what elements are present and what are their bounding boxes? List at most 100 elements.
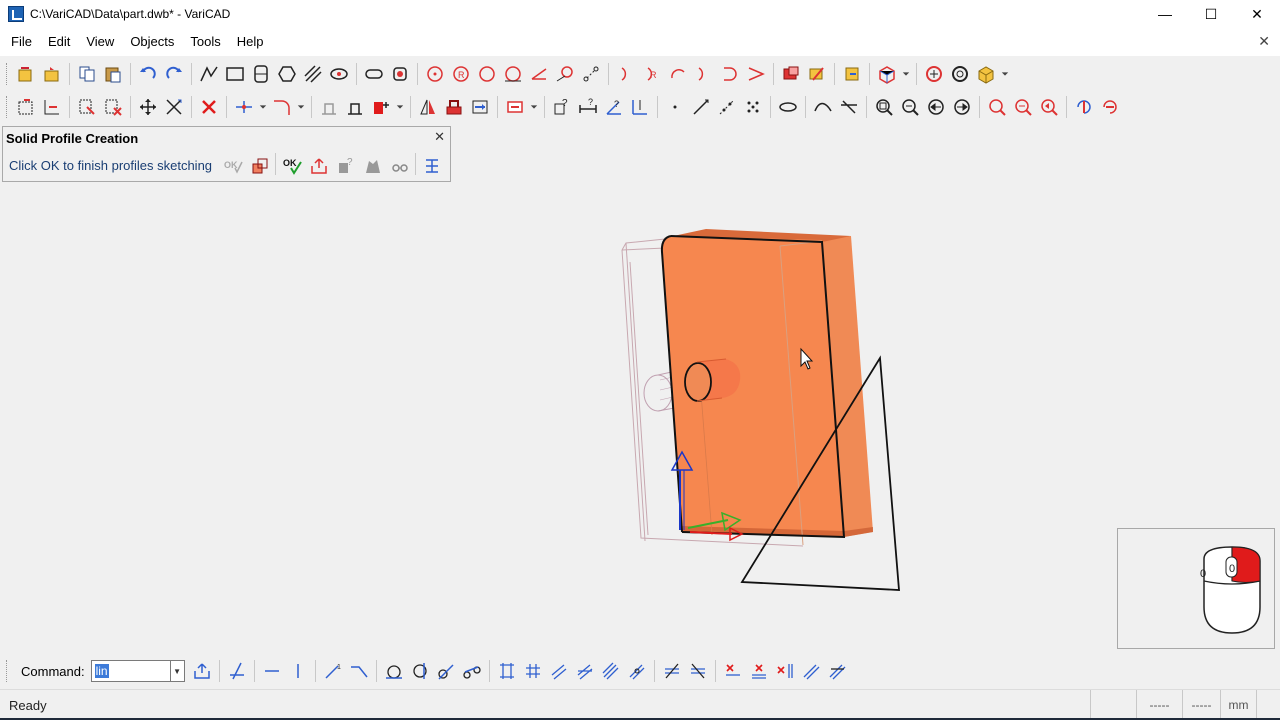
curve-icon[interactable]	[810, 94, 836, 120]
rounded-rectangle-icon[interactable]	[361, 61, 387, 87]
delete-line-icon[interactable]	[720, 658, 746, 684]
distance-icon[interactable]: ?	[575, 94, 601, 120]
pan-left-icon[interactable]	[923, 94, 949, 120]
rectangle-icon[interactable]	[222, 61, 248, 87]
command-dropdown-icon[interactable]: ▼	[170, 660, 185, 682]
arc-fillet-icon[interactable]	[717, 61, 743, 87]
horizontal-line-icon[interactable]	[259, 658, 285, 684]
copy-icon[interactable]	[74, 61, 100, 87]
circle-3pt-icon[interactable]	[474, 61, 500, 87]
3d-viewport[interactable]	[0, 182, 1280, 654]
arc-chord-icon[interactable]	[743, 61, 769, 87]
menu-help[interactable]: Help	[229, 28, 272, 56]
delete-parallel-icon[interactable]	[798, 658, 824, 684]
zoom-out-icon[interactable]	[897, 94, 923, 120]
stretch-icon[interactable]	[342, 94, 368, 120]
mirror-icon[interactable]	[415, 94, 441, 120]
toolbar-grip[interactable]	[6, 63, 9, 85]
block-insert-icon[interactable]	[502, 94, 528, 120]
offset-angle-icon[interactable]	[624, 658, 650, 684]
point-cloud-icon[interactable]	[740, 94, 766, 120]
angle-icon[interactable]: ?	[601, 94, 627, 120]
query-icon[interactable]: ?	[549, 94, 575, 120]
delete-vertical-icon[interactable]	[772, 658, 798, 684]
coordinates-icon[interactable]	[627, 94, 653, 120]
zoom-in-3d-icon[interactable]	[984, 94, 1010, 120]
zoom-out-3d-icon[interactable]	[1010, 94, 1036, 120]
toolbar-grip[interactable]	[6, 660, 9, 682]
circle-tangent-icon[interactable]	[500, 61, 526, 87]
rotate-entity-icon[interactable]	[387, 61, 413, 87]
polyline-icon[interactable]	[196, 61, 222, 87]
trim-icon[interactable]	[231, 94, 257, 120]
arc-3pt-icon[interactable]	[665, 61, 691, 87]
line-tangent-circle-icon[interactable]	[381, 658, 407, 684]
move-icon[interactable]	[135, 94, 161, 120]
delete-all-lines-icon[interactable]	[824, 658, 850, 684]
erase-icon[interactable]	[778, 61, 804, 87]
select-entities-icon[interactable]	[13, 94, 39, 120]
rotate-view-icon[interactable]	[1071, 94, 1097, 120]
break-icon[interactable]	[368, 94, 394, 120]
undo-icon[interactable]	[135, 61, 161, 87]
ellipse-tool-icon[interactable]	[326, 61, 352, 87]
3d-view-icon[interactable]	[874, 61, 900, 87]
menu-objects[interactable]: Objects	[122, 28, 182, 56]
insert-icon[interactable]	[839, 61, 865, 87]
shade-mode-icon[interactable]	[973, 61, 999, 87]
delete-icon[interactable]	[196, 94, 222, 120]
point-icon[interactable]	[662, 94, 688, 120]
transform-icon[interactable]	[161, 94, 187, 120]
array-icon[interactable]	[441, 94, 467, 120]
panel-close-icon[interactable]: ✕	[434, 129, 445, 145]
minimize-button[interactable]: —	[1142, 0, 1188, 28]
copy-move-icon[interactable]	[467, 94, 493, 120]
status-unit[interactable]: mm	[1220, 690, 1256, 720]
line-angle-icon[interactable]	[346, 658, 372, 684]
dropdown-arrow-icon[interactable]	[999, 61, 1011, 87]
delete-selection-icon[interactable]	[100, 94, 126, 120]
command-input[interactable]: lin	[90, 660, 171, 682]
line-tangent-two-icon[interactable]	[433, 658, 459, 684]
point-on-line-icon[interactable]	[688, 94, 714, 120]
menu-tools[interactable]: Tools	[182, 28, 228, 56]
zoom-previous-icon[interactable]	[921, 61, 947, 87]
circle-center-icon[interactable]	[422, 61, 448, 87]
ellipse-icon[interactable]	[775, 94, 801, 120]
toolbar-grip[interactable]	[6, 96, 9, 118]
select-mode-icon[interactable]	[39, 94, 65, 120]
hatch-icon[interactable]	[300, 61, 326, 87]
zoom-all-icon[interactable]	[947, 61, 973, 87]
dropdown-arrow-icon[interactable]	[528, 94, 540, 120]
rotate-view-alt-icon[interactable]	[1097, 94, 1123, 120]
trim-line-icon[interactable]	[659, 658, 685, 684]
menu-edit[interactable]: Edit	[40, 28, 78, 56]
circle-tangent-two-icon[interactable]	[552, 61, 578, 87]
paste-icon[interactable]	[100, 61, 126, 87]
dropdown-arrow-icon[interactable]	[295, 94, 307, 120]
menu-file[interactable]: File	[3, 28, 40, 56]
command-execute-icon[interactable]	[189, 658, 215, 684]
parallel-lines-icon[interactable]	[494, 658, 520, 684]
profile-settings-icon[interactable]	[418, 153, 445, 179]
arc-radius-icon[interactable]: R	[639, 61, 665, 87]
arc-center-icon[interactable]	[613, 61, 639, 87]
fillet-icon[interactable]	[269, 94, 295, 120]
menu-view[interactable]: View	[78, 28, 122, 56]
line-circle-icon[interactable]	[407, 658, 433, 684]
maximize-button[interactable]: ☐	[1188, 0, 1234, 28]
zoom-previous-3d-icon[interactable]	[1036, 94, 1062, 120]
trim-lines-icon[interactable]	[685, 658, 711, 684]
extend-icon[interactable]	[316, 94, 342, 120]
redo-icon[interactable]	[161, 61, 187, 87]
vertical-line-icon[interactable]	[285, 658, 311, 684]
divide-icon[interactable]	[714, 94, 740, 120]
circle-radius-icon[interactable]: R	[448, 61, 474, 87]
close-button[interactable]: ✕	[1234, 0, 1280, 28]
delete-segment-icon[interactable]	[746, 658, 772, 684]
edit-entity-icon[interactable]	[804, 61, 830, 87]
snap-intersection-icon[interactable]	[224, 658, 250, 684]
line-two-points-icon[interactable]: 1 2	[320, 658, 346, 684]
arc-tangent-icon[interactable]	[691, 61, 717, 87]
polygon-icon[interactable]	[274, 61, 300, 87]
